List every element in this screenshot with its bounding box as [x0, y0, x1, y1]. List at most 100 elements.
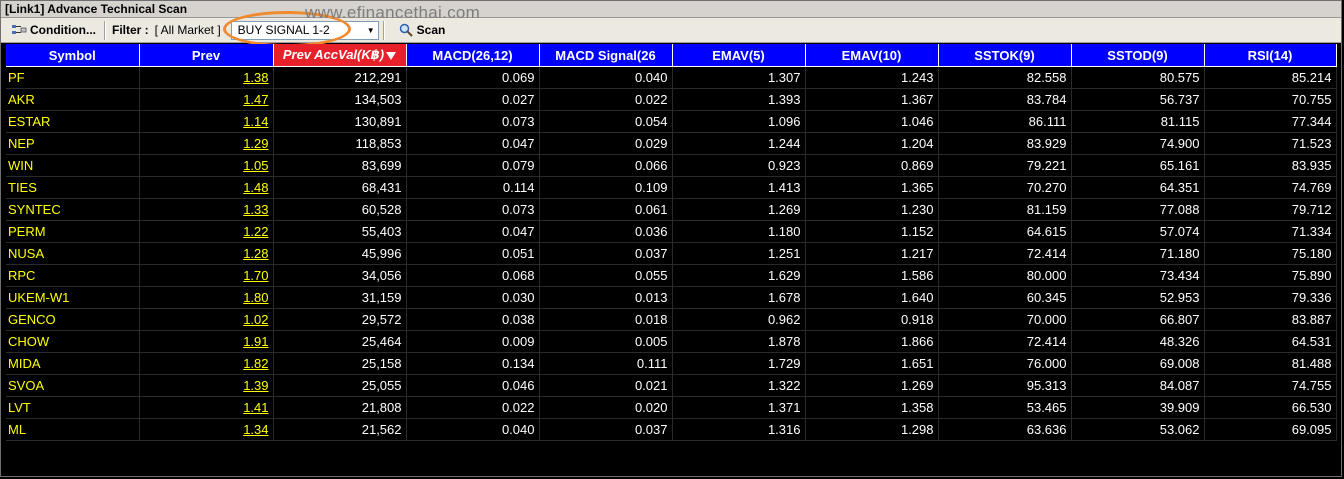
- column-header-8[interactable]: SSTOD(9): [1071, 44, 1205, 67]
- prev-price-link[interactable]: 1.47: [139, 88, 274, 111]
- table-row[interactable]: CHOW 1.91 25,464 0.009 0.005 1.878 1.866 72.414…: [6, 330, 1337, 353]
- table-row[interactable]: ML 1.34 21,562 0.040 0.037 1.316 1.298 63.636 53…: [6, 418, 1337, 441]
- symbol-cell[interactable]: TIES: [6, 176, 140, 199]
- symbol-cell[interactable]: UKEM-W1: [6, 286, 140, 309]
- table-row[interactable]: SVOA 1.39 25,055 0.046 0.021 1.322 1.269 95.313…: [6, 374, 1337, 397]
- value-cell: 83,699: [273, 154, 407, 177]
- symbol-cell[interactable]: PERM: [6, 220, 140, 243]
- table-row[interactable]: SYNTEC 1.33 60,528 0.073 0.061 1.269 1.230 81.1…: [6, 198, 1337, 221]
- value-cell: 34,056: [273, 264, 407, 287]
- table-row[interactable]: RPC 1.70 34,056 0.068 0.055 1.629 1.586 80.000 7…: [6, 264, 1337, 287]
- table-row[interactable]: WIN 1.05 83,699 0.079 0.066 0.923 0.869 79.221 6…: [6, 154, 1337, 177]
- symbol-cell[interactable]: GENCO: [6, 308, 140, 331]
- table-row[interactable]: TIES 1.48 68,431 0.114 0.109 1.413 1.365 70.270…: [6, 176, 1337, 199]
- symbol-cell[interactable]: WIN: [6, 154, 140, 177]
- value-cell: 0.040: [539, 66, 673, 89]
- prev-price-link[interactable]: 1.28: [139, 242, 274, 265]
- window-title: [Link1] Advance Technical Scan: [1, 1, 1341, 18]
- column-header-5[interactable]: EMAV(5): [672, 44, 806, 67]
- prev-price-link[interactable]: 1.05: [139, 154, 274, 177]
- signal-select[interactable]: BUY SIGNAL 1-2 ▼: [230, 20, 379, 40]
- scan-button[interactable]: Scan: [395, 20, 450, 41]
- value-cell: 0.055: [539, 264, 673, 287]
- value-cell: 25,464: [273, 330, 407, 353]
- symbol-cell[interactable]: LVT: [6, 396, 140, 419]
- symbol-cell[interactable]: SYNTEC: [6, 198, 140, 221]
- column-header-1[interactable]: Prev: [139, 44, 274, 67]
- table-row[interactable]: MIDA 1.82 25,158 0.134 0.111 1.729 1.651 76.000…: [6, 352, 1337, 375]
- value-cell: 0.109: [539, 176, 673, 199]
- prev-price-link[interactable]: 1.91: [139, 330, 274, 353]
- value-cell: 71.334: [1204, 220, 1337, 243]
- symbol-cell[interactable]: PF: [6, 66, 140, 89]
- value-cell: 0.073: [406, 110, 540, 133]
- table-row[interactable]: GENCO 1.02 29,572 0.038 0.018 0.962 0.918 70.00…: [6, 308, 1337, 331]
- column-header-4[interactable]: MACD Signal(26: [539, 44, 673, 67]
- prev-price-link[interactable]: 1.82: [139, 352, 274, 375]
- prev-price-link[interactable]: 1.70: [139, 264, 274, 287]
- value-cell: 1.204: [805, 132, 939, 155]
- prev-price-link[interactable]: 1.80: [139, 286, 274, 309]
- symbol-cell[interactable]: NUSA: [6, 242, 140, 265]
- value-cell: 0.047: [406, 132, 540, 155]
- table-row[interactable]: ESTAR 1.14 130,891 0.073 0.054 1.096 1.046 86.1…: [6, 110, 1337, 133]
- value-cell: 66.530: [1204, 396, 1337, 419]
- symbol-cell[interactable]: NEP: [6, 132, 140, 155]
- symbol-cell[interactable]: MIDA: [6, 352, 140, 375]
- value-cell: 29,572: [273, 308, 407, 331]
- value-cell: 82.558: [938, 66, 1072, 89]
- column-header-3[interactable]: MACD(26,12): [406, 44, 540, 67]
- value-cell: 74.900: [1071, 132, 1205, 155]
- table-row[interactable]: AKR 1.47 134,503 0.027 0.022 1.393 1.367 83.784…: [6, 88, 1337, 111]
- symbol-cell[interactable]: CHOW: [6, 330, 140, 353]
- column-header-0[interactable]: Symbol: [6, 44, 140, 67]
- column-header-9[interactable]: RSI(14): [1204, 44, 1337, 67]
- prev-price-link[interactable]: 1.48: [139, 176, 274, 199]
- prev-price-link[interactable]: 1.34: [139, 418, 274, 441]
- column-header-6[interactable]: EMAV(10): [805, 44, 939, 67]
- value-cell: 73.434: [1071, 264, 1205, 287]
- value-cell: 0.047: [406, 220, 540, 243]
- column-header-2[interactable]: Prev AccVal(K฿): [273, 44, 407, 67]
- column-header-7[interactable]: SSTOK(9): [938, 44, 1072, 67]
- value-cell: 130,891: [273, 110, 407, 133]
- market-filter[interactable]: [ All Market ]: [155, 21, 229, 40]
- value-cell: 80.575: [1071, 66, 1205, 89]
- value-cell: 1.269: [672, 198, 806, 221]
- value-cell: 53.062: [1071, 418, 1205, 441]
- symbol-cell[interactable]: SVOA: [6, 374, 140, 397]
- value-cell: 1.629: [672, 264, 806, 287]
- value-cell: 1.251: [672, 242, 806, 265]
- value-cell: 83.929: [938, 132, 1072, 155]
- prev-price-link[interactable]: 1.02: [139, 308, 274, 331]
- prev-price-link[interactable]: 1.14: [139, 110, 274, 133]
- table-row[interactable]: LVT 1.41 21,808 0.022 0.020 1.371 1.358 53.465 3…: [6, 396, 1337, 419]
- prev-price-link[interactable]: 1.39: [139, 374, 274, 397]
- value-cell: 212,291: [273, 66, 407, 89]
- condition-button[interactable]: Condition...: [7, 20, 100, 41]
- table-row[interactable]: PERM 1.22 55,403 0.047 0.036 1.180 1.152 64.615…: [6, 220, 1337, 243]
- table-row[interactable]: UKEM-W1 1.80 31,159 0.030 0.013 1.678 1.640 60.…: [6, 286, 1337, 309]
- prev-price-link[interactable]: 1.33: [139, 198, 274, 221]
- value-cell: 0.030: [406, 286, 540, 309]
- table-row[interactable]: PF 1.38 212,291 0.069 0.040 1.307 1.243 82.558 8…: [6, 66, 1337, 89]
- symbol-cell[interactable]: ML: [6, 418, 140, 441]
- value-cell: 25,055: [273, 374, 407, 397]
- prev-price-link[interactable]: 1.41: [139, 396, 274, 419]
- value-cell: 1.046: [805, 110, 939, 133]
- symbol-cell[interactable]: RPC: [6, 264, 140, 287]
- value-cell: 81.115: [1071, 110, 1205, 133]
- prev-price-link[interactable]: 1.29: [139, 132, 274, 155]
- prev-price-link[interactable]: 1.38: [139, 66, 274, 89]
- chevron-down-icon[interactable]: ▼: [364, 26, 378, 35]
- value-cell: 45,996: [273, 242, 407, 265]
- table-body: PF 1.38 212,291 0.069 0.040 1.307 1.243 82.558 8…: [6, 66, 1337, 441]
- symbol-cell[interactable]: ESTAR: [6, 110, 140, 133]
- prev-price-link[interactable]: 1.22: [139, 220, 274, 243]
- value-cell: 56.737: [1071, 88, 1205, 111]
- value-cell: 72.414: [938, 330, 1072, 353]
- symbol-cell[interactable]: AKR: [6, 88, 140, 111]
- toolbar-separator: [103, 20, 106, 40]
- table-row[interactable]: NUSA 1.28 45,996 0.051 0.037 1.251 1.217 72.414…: [6, 242, 1337, 265]
- table-row[interactable]: NEP 1.29 118,853 0.047 0.029 1.244 1.204 83.929…: [6, 132, 1337, 155]
